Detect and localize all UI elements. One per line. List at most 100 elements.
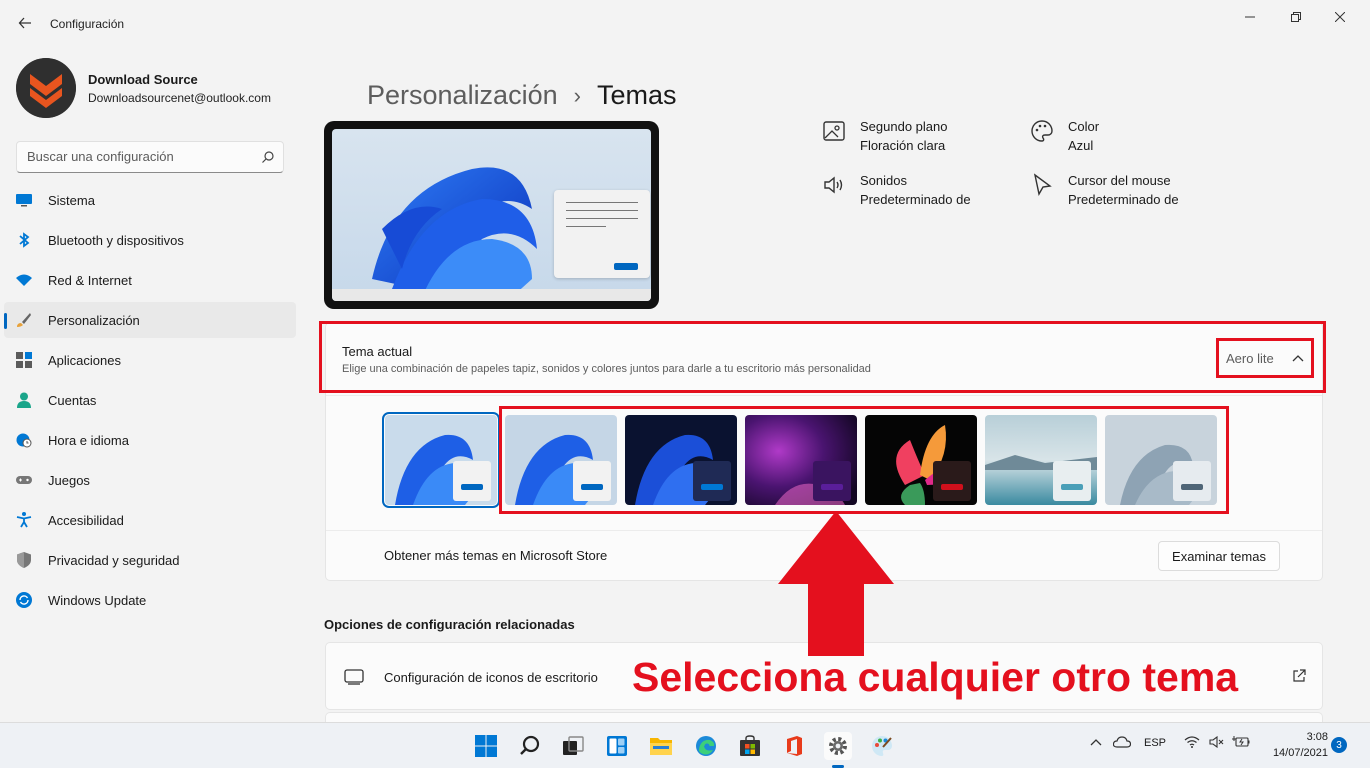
sidebar-item-personalizacion[interactable]: Personalización xyxy=(4,302,296,338)
theme-thumbnail-windows-dark[interactable] xyxy=(625,415,737,505)
sidebar-item-accesibilidad[interactable]: Accesibilidad xyxy=(4,502,296,538)
chevron-up-icon[interactable] xyxy=(1292,351,1304,365)
update-icon xyxy=(16,592,32,608)
sidebar-item-label: Accesibilidad xyxy=(48,512,124,528)
theme-thumbnail-sunrise[interactable] xyxy=(985,415,1097,505)
close-button[interactable] xyxy=(1318,6,1362,28)
task-view-icon xyxy=(563,736,584,755)
sidebar-item-windows-update[interactable]: Windows Update xyxy=(4,582,296,618)
close-icon xyxy=(1335,12,1345,22)
cursor-title: Cursor del mouse xyxy=(1068,173,1171,188)
brush-icon xyxy=(16,312,32,328)
theme-thumbnail-aero-lite[interactable] xyxy=(382,412,500,508)
sidebar-item-label: Sistema xyxy=(48,192,95,208)
cursor-value: Predeterminado de xyxy=(1068,192,1179,207)
office-button[interactable] xyxy=(780,732,808,760)
search-input[interactable] xyxy=(27,149,257,164)
theme-mini-window xyxy=(933,461,971,501)
search-icon xyxy=(262,151,274,163)
minimize-button[interactable] xyxy=(1228,6,1272,28)
start-button[interactable] xyxy=(472,732,500,760)
gamepad-icon xyxy=(16,472,32,488)
theme-gallery xyxy=(326,395,1322,530)
notification-badge[interactable]: 3 xyxy=(1331,737,1347,753)
theme-mini-window xyxy=(813,461,851,501)
gear-icon xyxy=(829,737,847,755)
store-button[interactable] xyxy=(736,732,764,760)
sounds-value: Predeterminado de xyxy=(860,192,971,207)
clock[interactable]: 3:08 14/07/2021 xyxy=(1266,729,1328,761)
breadcrumb-parent[interactable]: Personalización xyxy=(367,80,558,111)
paint-button[interactable] xyxy=(868,732,896,760)
current-theme-description: Elige una combinación de papeles tapiz, … xyxy=(342,363,871,375)
sidebar-nav: Sistema Bluetooth y dispositivos Red & I… xyxy=(4,182,296,622)
folder-icon xyxy=(650,738,672,755)
sidebar-item-label: Cuentas xyxy=(48,392,97,408)
theme-preview xyxy=(324,121,659,309)
sidebar-item-label: Bluetooth y dispositivos xyxy=(48,232,184,248)
theme-mini-window xyxy=(1173,461,1211,501)
clock-date: 14/07/2021 xyxy=(1272,747,1328,759)
theme-mini-window xyxy=(573,461,611,501)
theme-thumbnail-flow[interactable] xyxy=(1105,415,1217,505)
widgets-button[interactable] xyxy=(603,732,631,760)
theme-thumbnail-glow[interactable] xyxy=(745,415,857,505)
sidebar-item-sistema[interactable]: Sistema xyxy=(4,182,296,218)
settings-taskbar-button[interactable] xyxy=(824,732,852,760)
palette-icon xyxy=(1031,120,1053,142)
settings-search[interactable] xyxy=(16,141,284,173)
chevron-up-icon xyxy=(1090,739,1102,746)
volume-button[interactable] xyxy=(1209,735,1225,751)
sidebar-item-label: Privacidad y seguridad xyxy=(48,552,180,568)
wifi-icon xyxy=(1184,736,1200,748)
bluetooth-icon xyxy=(16,232,32,248)
background-setting[interactable]: Segundo plano Floración clara xyxy=(822,117,1022,161)
language-indicator[interactable]: ESP xyxy=(1144,737,1166,749)
edge-button[interactable] xyxy=(692,732,720,760)
taskbar-search-button[interactable] xyxy=(516,732,544,760)
sidebar-item-aplicaciones[interactable]: Aplicaciones xyxy=(4,342,296,378)
sidebar-item-privacidad[interactable]: Privacidad y seguridad xyxy=(4,542,296,578)
restore-icon xyxy=(1291,12,1301,22)
sidebar-item-hora-idioma[interactable]: Hora e idioma xyxy=(4,422,296,458)
show-hidden-icons-button[interactable] xyxy=(1090,737,1102,749)
color-setting[interactable]: Color Azul xyxy=(1030,117,1230,161)
wifi-icon xyxy=(16,272,32,288)
avatar xyxy=(16,58,76,118)
network-button[interactable] xyxy=(1184,736,1200,751)
theme-thumbnail-windows-light[interactable] xyxy=(505,415,617,505)
office-icon xyxy=(787,736,802,756)
image-icon xyxy=(823,121,845,141)
battery-button[interactable] xyxy=(1232,736,1250,751)
related-row-partial xyxy=(325,712,1323,722)
cursor-setting[interactable]: Cursor del mouse Predeterminado de xyxy=(1030,171,1230,215)
restore-button[interactable] xyxy=(1274,6,1318,28)
sidebar-item-juegos[interactable]: Juegos xyxy=(4,462,296,498)
theme-mini-window xyxy=(453,461,491,501)
file-explorer-button[interactable] xyxy=(647,732,675,760)
task-view-button[interactable] xyxy=(559,732,587,760)
sidebar-item-red-internet[interactable]: Red & Internet xyxy=(4,262,296,298)
theme-thumbnail-captured-motion[interactable] xyxy=(865,415,977,505)
profile-name: Download Source xyxy=(88,72,198,87)
back-button[interactable] xyxy=(14,12,36,34)
clock-globe-icon xyxy=(16,432,32,448)
battery-charging-icon xyxy=(1232,736,1250,747)
title-bar: Configuración xyxy=(0,0,1370,48)
sidebar-item-bluetooth[interactable]: Bluetooth y dispositivos xyxy=(4,222,296,258)
person-icon xyxy=(16,392,32,408)
edge-browser-icon xyxy=(696,736,716,756)
browse-themes-button[interactable]: Examinar temas xyxy=(1158,541,1280,571)
current-theme-value[interactable]: Aero lite xyxy=(1226,351,1274,366)
store-text: Obtener más temas en Microsoft Store xyxy=(384,548,608,563)
current-theme-title: Tema actual xyxy=(342,344,413,359)
onedrive-button[interactable] xyxy=(1112,736,1132,751)
external-link-icon xyxy=(1293,669,1306,682)
user-profile[interactable]: Download Source Downloadsourcenet@outloo… xyxy=(16,58,306,118)
minimize-icon xyxy=(1245,16,1255,18)
sidebar-item-cuentas[interactable]: Cuentas xyxy=(4,382,296,418)
annotation-text: Selecciona cualquier otro tema xyxy=(632,654,1239,700)
background-title: Segundo plano xyxy=(860,119,948,134)
sounds-setting[interactable]: Sonidos Predeterminado de xyxy=(822,171,1022,215)
current-theme-header[interactable]: Tema actual Elige una combinación de pap… xyxy=(326,323,1322,395)
